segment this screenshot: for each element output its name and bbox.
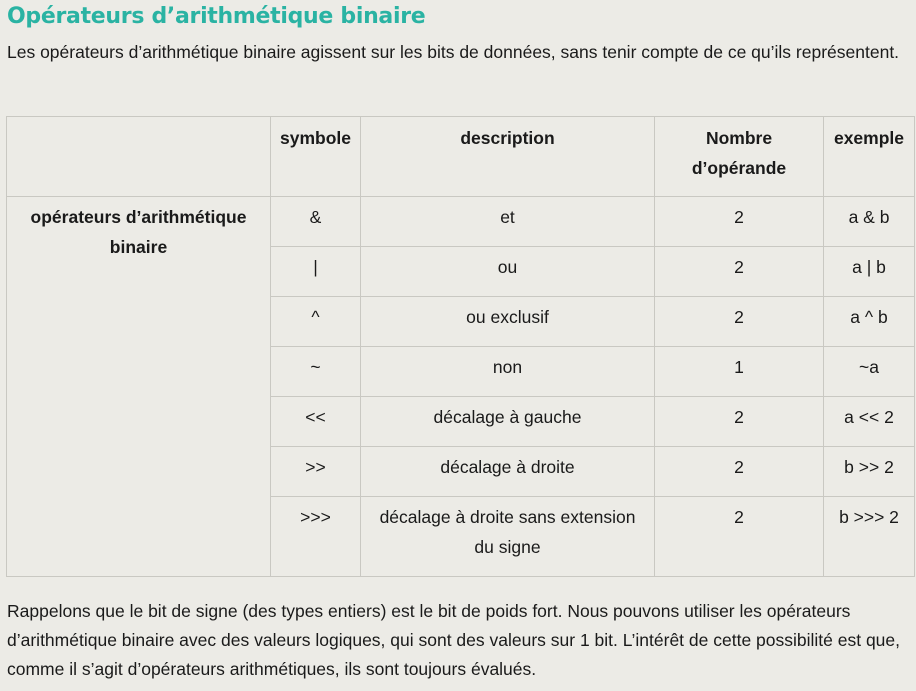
cell-exemple: b >>> 2	[823, 496, 915, 577]
intro-paragraph: Les opérateurs d’arithmétique binaire ag…	[7, 42, 900, 62]
cell-symbole: &	[270, 196, 361, 247]
header-empty	[6, 116, 271, 197]
cell-nombre: 1	[654, 346, 824, 397]
cell-nombre: 2	[654, 496, 824, 577]
cell-description: non	[360, 346, 655, 397]
cell-description: décalage à droite	[360, 446, 655, 497]
operators-table: symbole description Nombre d’opérande ex…	[6, 116, 915, 577]
cell-symbole: ~	[270, 346, 361, 397]
cell-exemple: b >> 2	[823, 446, 915, 497]
cell-exemple: a ^ b	[823, 296, 915, 347]
header-nombre: Nombre d’opérande	[654, 116, 824, 197]
cell-nombre: 2	[654, 396, 824, 447]
cell-symbole: >>	[270, 446, 361, 497]
cell-symbole: ^	[270, 296, 361, 347]
cell-nombre: 2	[654, 246, 824, 297]
table-header-row: symbole description Nombre d’opérande ex…	[6, 116, 915, 197]
header-symbole: symbole	[270, 116, 361, 197]
cell-description: décalage à gauche	[360, 396, 655, 447]
table-row: opérateurs d’arithmétique binaire & et 2…	[6, 196, 915, 577]
group-label: opérateurs d’arithmétique binaire	[6, 196, 271, 577]
cell-exemple: a & b	[823, 196, 915, 247]
cell-exemple: ~a	[823, 346, 915, 397]
cell-symbole: |	[270, 246, 361, 297]
cell-description: décalage à droite sans extension du sign…	[360, 496, 655, 577]
section-heading: Opérateurs d’arithmétique binaire	[7, 4, 426, 29]
cell-exemple: a << 2	[823, 396, 915, 447]
cell-exemple: a | b	[823, 246, 915, 297]
cell-nombre: 2	[654, 446, 824, 497]
cell-nombre: 2	[654, 196, 824, 247]
cell-nombre: 2	[654, 296, 824, 347]
cell-symbole: >>>	[270, 496, 361, 577]
cell-description: ou exclusif	[360, 296, 655, 347]
cell-description: et	[360, 196, 655, 247]
outro-paragraph: Rappelons que le bit de signe (des types…	[7, 601, 901, 679]
cell-description: ou	[360, 246, 655, 297]
header-exemple: exemple	[823, 116, 915, 197]
cell-symbole: <<	[270, 396, 361, 447]
header-description: description	[360, 116, 655, 197]
